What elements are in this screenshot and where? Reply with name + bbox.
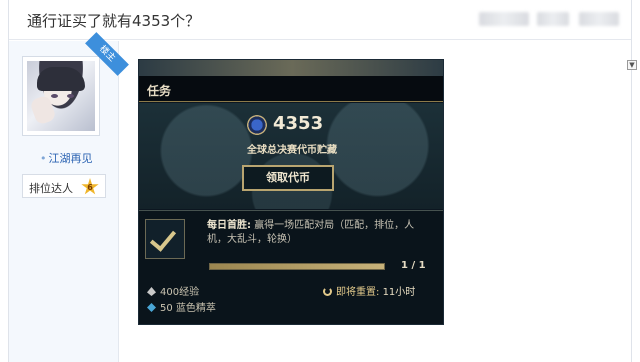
reward-essence-text: 50 蓝色精萃: [160, 303, 216, 314]
reset-timer: 即将重置: 11小时: [323, 283, 415, 298]
blurred-header-info: [579, 12, 619, 26]
progress-fill: [210, 264, 384, 269]
game-screenshot: 任务 4353 全球总决赛代币贮藏 领取代币 每日首胜: 赢得一场匹配对局（匹配…: [138, 59, 444, 325]
reset-time: 11小时: [382, 287, 416, 298]
mission-text: 每日首胜: 赢得一场匹配对局（匹配，排位，人机，大乱斗，轮换）: [207, 219, 427, 247]
task-title: 任务: [147, 84, 172, 98]
mission-title: 每日首胜:: [207, 220, 251, 231]
avatar-hand: [29, 94, 57, 126]
star-rank-icon: 6: [81, 178, 99, 195]
blurred-header-info: [537, 12, 569, 26]
blue-essence-icon: [147, 303, 156, 312]
token-count: 4353: [273, 113, 324, 134]
rank-label: 排位达人: [29, 182, 73, 195]
reset-label: 即将重置:: [336, 287, 380, 298]
avatar-hair: [37, 67, 85, 91]
avatar-eye: [67, 94, 74, 98]
rank-badge-box: 排位达人 6: [22, 174, 106, 198]
game-top-banner: [139, 60, 443, 76]
mission-icon: [145, 219, 185, 259]
chevron-down-icon[interactable]: ▼: [627, 60, 637, 70]
token-icon: [247, 115, 267, 135]
blurred-header-info: [479, 12, 529, 26]
check-icon: [149, 224, 177, 252]
thread-header: 通行证买了就有4353个？: [9, 0, 631, 40]
mission-progress-bar: [209, 263, 385, 270]
avatar[interactable]: [27, 61, 95, 131]
username[interactable]: • 江湖再见: [40, 150, 93, 166]
username-text[interactable]: 江湖再见: [49, 152, 93, 165]
thread-title: 通行证买了就有4353个？: [27, 12, 201, 30]
mission-panel: 每日首胜: 赢得一场匹配对局（匹配，排位，人机，大乱斗，轮换） 1 / 1 40…: [139, 210, 443, 324]
token-subtitle: 全球总决赛代币贮藏: [247, 145, 337, 156]
progress-text: 1 / 1: [401, 260, 426, 271]
task-header: 任务: [139, 76, 443, 102]
reward-essence: 50 蓝色精萃: [147, 299, 216, 314]
token-panel: 4353 全球总决赛代币贮藏 领取代币: [139, 103, 443, 209]
bullet-icon: •: [40, 152, 47, 165]
avatar-card[interactable]: [22, 56, 100, 136]
reward-xp-text: 400经验: [160, 287, 200, 298]
claim-tokens-button[interactable]: 领取代币: [242, 165, 334, 191]
reset-icon: [323, 287, 332, 296]
avatar-eye: [51, 94, 58, 98]
reward-xp: 400经验: [147, 283, 199, 298]
xp-icon: [147, 287, 156, 296]
